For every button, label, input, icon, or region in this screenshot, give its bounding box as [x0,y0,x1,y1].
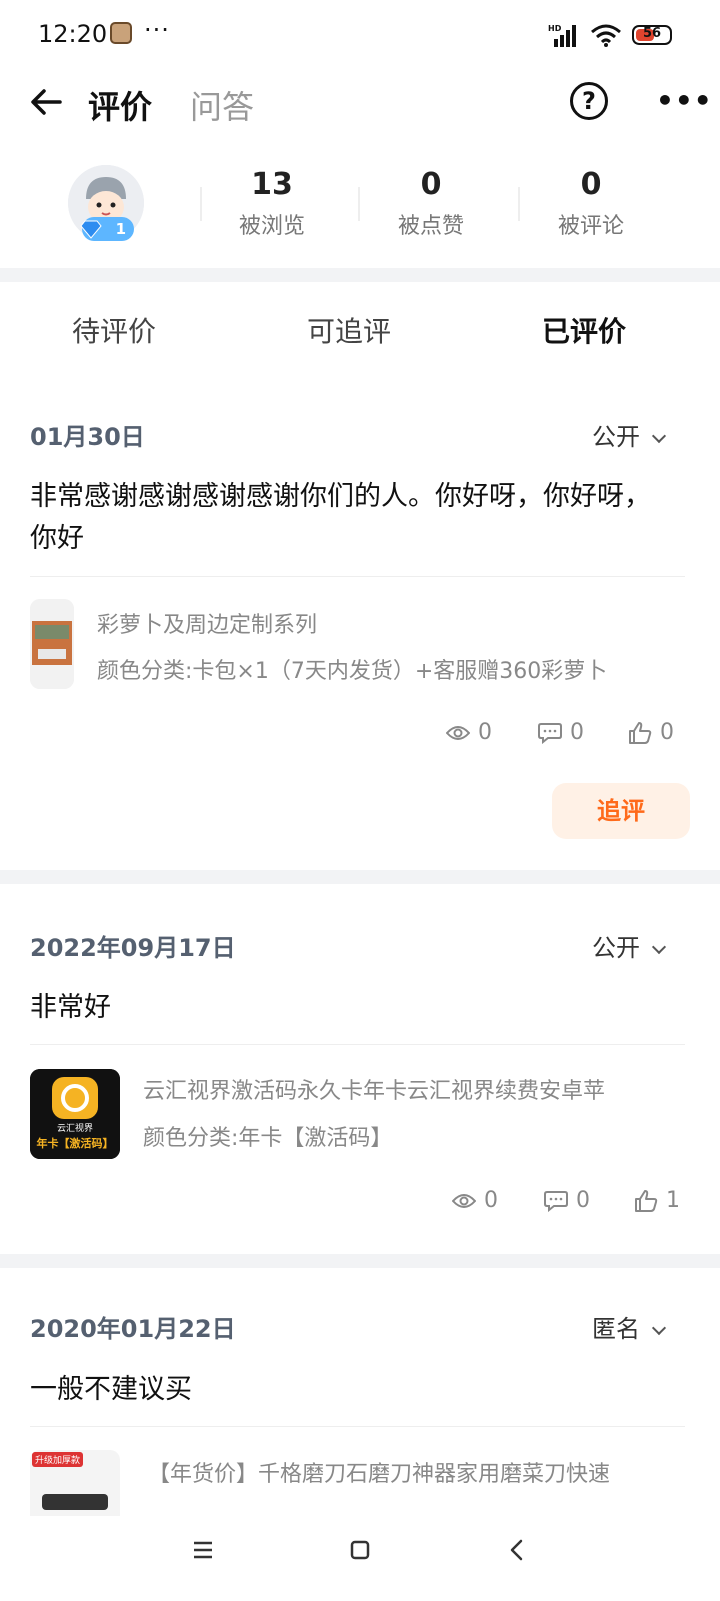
stat-divider [358,187,360,221]
like-count-value: 0 [660,720,674,745]
visibility-label: 匿名 [592,1315,640,1343]
stat-comments[interactable]: 0 被评论 [531,167,651,240]
status-indicators: HD 56 [548,22,672,48]
view-count-value: 0 [484,1188,498,1213]
thumbnail-label: 年卡【激活码】 [36,1137,114,1150]
visibility-dropdown[interactable]: 匿名 [592,1309,667,1344]
header: 评价 问答 ? ••• [0,70,720,140]
visibility-dropdown[interactable]: 公开 [592,417,667,452]
divider [30,1044,685,1045]
signal-icon: HD [548,24,576,47]
eye-icon [452,1193,476,1208]
visibility-label: 公开 [592,423,640,451]
app-notification-icon [110,22,132,44]
view-count: 0 [446,720,492,745]
stat-label: 被评论 [557,214,624,239]
product-thumbnail[interactable] [30,599,74,689]
product-title[interactable]: 云汇视界激活码永久卡年卡云汇视界续费安卓苹 [143,1073,663,1105]
tab-reviewed[interactable]: 已评价 [542,310,626,350]
chevron-down-icon [651,939,667,955]
tab-pending-review[interactable]: 待评价 [72,310,156,350]
system-nav-bar [0,1516,720,1601]
review-card: 01月30日 公开 非常感谢感谢感谢感谢你们的人。你好呀，你好呀，你好 彩萝卜及… [0,400,720,870]
product-image [42,1494,108,1510]
like-count[interactable]: 0 [628,720,674,745]
thumbnail-brand-text: 云汇视界 [56,1124,93,1134]
product-spec: 颜色分类:卡包×1（7天内发货）+客服赠360彩萝卜 [97,659,608,683]
like-count-value: 1 [666,1188,680,1213]
status-bar: 12:20 ··· HD 56 [0,0,720,70]
view-count: 0 [452,1188,498,1213]
diamond-icon [80,220,102,239]
section-separator [0,1254,720,1268]
battery-icon: 56 [632,25,672,45]
comment-count-value: 0 [576,1188,590,1213]
section-separator [0,870,720,884]
tab-qa[interactable]: 问答 [190,82,254,128]
eye-icon [446,725,470,740]
wifi-icon [591,24,621,47]
thumbs-up-icon [629,721,652,744]
review-text: 一般不建议买 [30,1374,192,1405]
stat-likes[interactable]: 0 被点赞 [371,167,491,240]
stat-value: 0 [580,167,602,202]
stat-value: 0 [420,167,442,202]
review-metrics: 0 0 1 [0,1188,720,1228]
comment-count-value: 0 [570,720,584,745]
stat-divider [200,187,202,221]
review-date: 2020年01月22日 [30,1315,236,1343]
review-tabs: 待评价 可追评 已评价 [0,290,720,370]
home-icon[interactable] [340,1530,380,1570]
product-thumbnail[interactable]: 升级加厚款 [30,1450,120,1516]
profile-summary: 1 13 被浏览 0 被点赞 0 被评论 [0,155,720,265]
product-spec: 颜色分类:年卡【激活码】 [143,1126,393,1151]
help-icon[interactable]: ? [570,82,608,120]
like-count[interactable]: 1 [634,1188,680,1213]
review-card: 2020年01月22日 匿名 一般不建议买 升级加厚款 【年货价】千格磨刀石磨刀… [0,1268,720,1516]
more-icon[interactable]: ••• [656,84,713,117]
tab-can-follow-up[interactable]: 可追评 [307,310,391,350]
visibility-label: 公开 [592,934,640,962]
follow-up-button[interactable]: 追评 [552,783,690,839]
comment-count[interactable]: 0 [538,720,584,745]
review-date: 01月30日 [30,423,145,451]
product-title[interactable]: 【年货价】千格磨刀石磨刀神器家用磨菜刀快速 [148,1456,668,1488]
view-count-value: 0 [478,720,492,745]
stat-label: 被浏览 [238,214,305,239]
comment-icon [544,1190,568,1212]
battery-level: 56 [642,26,662,41]
review-text: 非常感谢感谢感谢感谢你们的人。你好呀，你好呀，你好 [30,481,651,554]
menu-icon[interactable] [183,1530,223,1570]
svg-text:HD: HD [548,24,562,33]
review-card: 2022年09月17日 公开 非常好 云汇视界 年卡【激活码】 云汇视界激活码永… [0,884,720,1254]
stat-views[interactable]: 13 被浏览 [212,167,332,240]
review-metrics: 0 0 0 [0,720,720,760]
product-thumbnail[interactable]: 云汇视界 年卡【激活码】 [30,1069,120,1159]
thumbs-up-icon [635,1189,658,1212]
tab-reviews[interactable]: 评价 [88,82,152,128]
stat-value: 13 [251,167,293,202]
divider [30,1426,685,1427]
level-number: 1 [115,220,126,238]
product-title[interactable]: 彩萝卜及周边定制系列 [97,607,627,639]
more-notifications-icon: ··· [144,16,170,44]
back-arrow-icon[interactable] [26,82,66,122]
divider [30,576,685,577]
visibility-dropdown[interactable]: 公开 [592,928,667,963]
chevron-down-icon [651,1320,667,1336]
review-text: 非常好 [30,992,111,1023]
status-time: 12:20 [38,20,108,48]
product-image [30,599,74,689]
back-icon[interactable] [497,1530,537,1570]
review-date: 2022年09月17日 [30,934,236,962]
stat-divider [518,187,520,221]
comment-count[interactable]: 0 [544,1188,590,1213]
level-badge: 1 [80,217,134,241]
chevron-down-icon [651,428,667,444]
stat-label: 被点赞 [397,214,464,239]
section-separator [0,268,720,282]
comment-icon [538,722,562,744]
